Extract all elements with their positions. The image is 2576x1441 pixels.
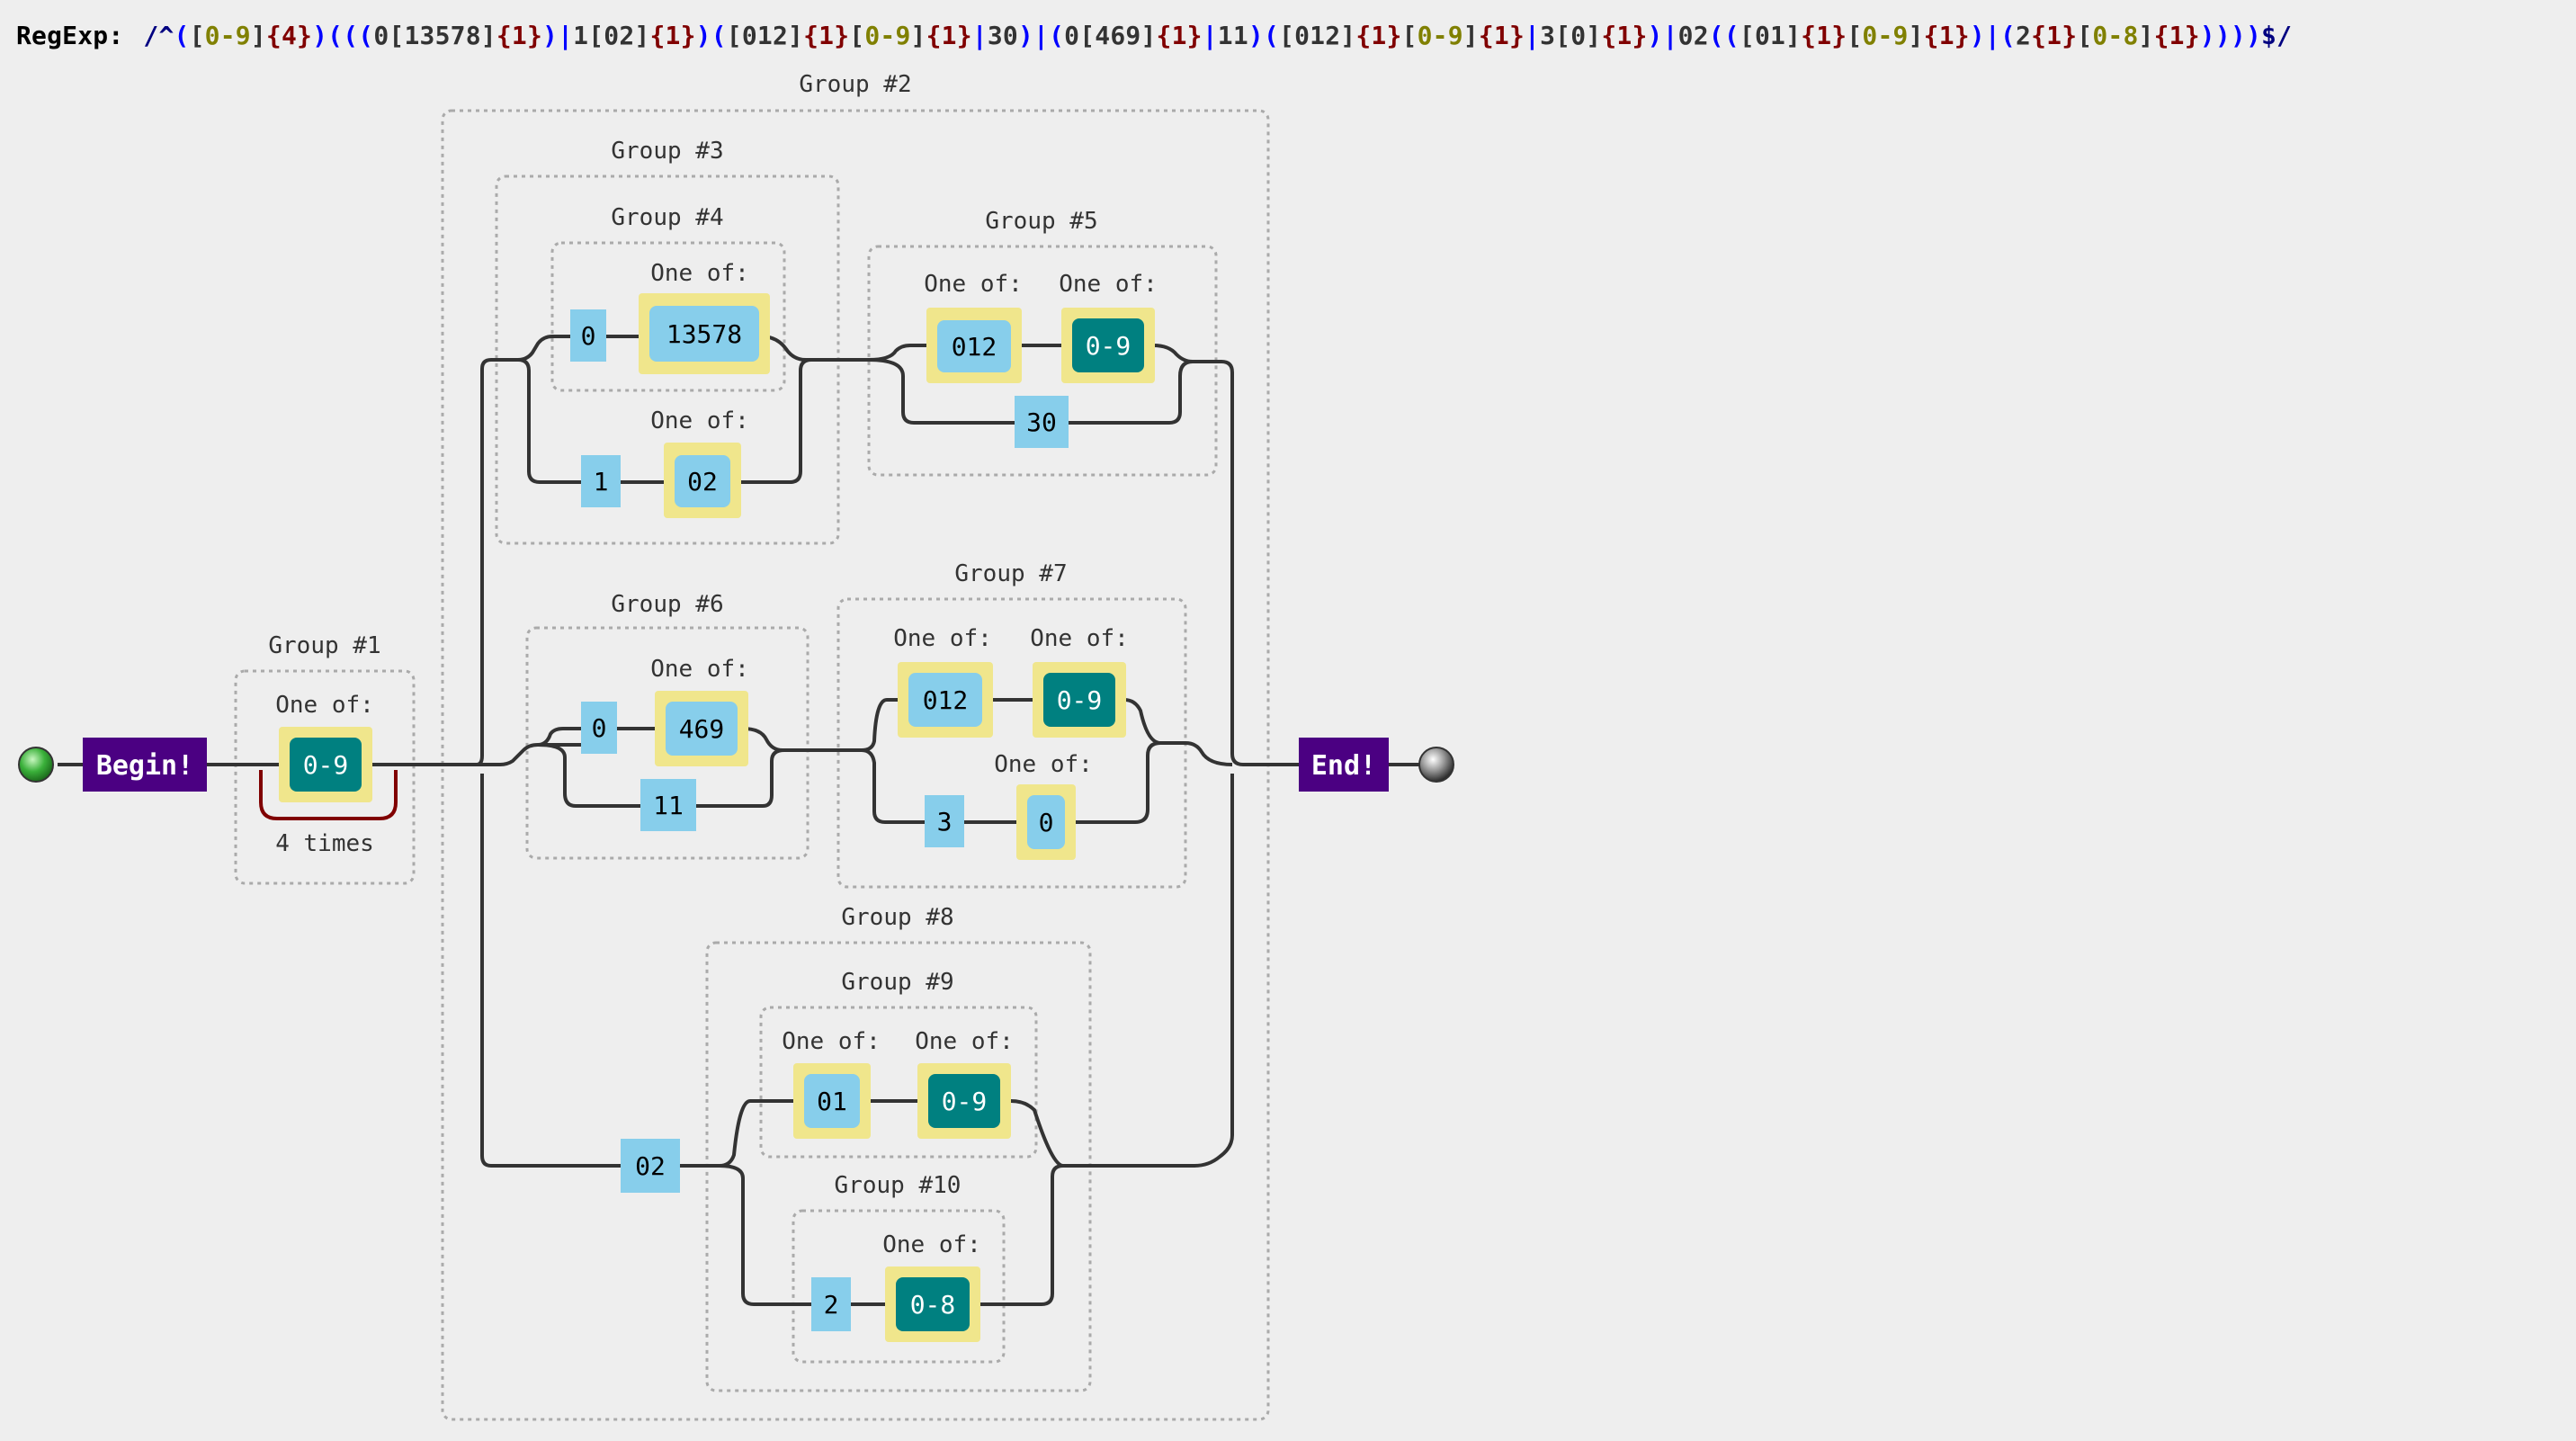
- one-of-label: One of:: [915, 1028, 1014, 1055]
- literal-text: 1: [594, 467, 609, 497]
- group-7-label: Group #7: [954, 560, 1067, 587]
- literal-text: 0: [581, 321, 596, 351]
- one-of-label: One of:: [1059, 271, 1158, 298]
- one-of-label: One of:: [882, 1231, 981, 1258]
- range-text: 0-9: [1057, 685, 1103, 715]
- one-of-label: One of:: [893, 625, 992, 652]
- charset-text: 13578: [666, 319, 742, 349]
- group-8-label: Group #8: [841, 904, 953, 931]
- one-of-label: One of:: [650, 407, 749, 434]
- group-9-label: Group #9: [841, 969, 953, 996]
- literal-text: 02: [635, 1151, 666, 1181]
- group-10-label: Group #10: [835, 1172, 962, 1199]
- group-4-label: Group #4: [611, 204, 723, 231]
- repeat-label: 4 times: [275, 830, 374, 857]
- charset-text: 01: [817, 1087, 847, 1116]
- group-6-label: Group #6: [611, 591, 723, 618]
- end-label: End!: [1311, 750, 1376, 782]
- charset-text: 469: [679, 714, 725, 744]
- literal-text: 11: [653, 791, 684, 820]
- literal-text: 2: [824, 1290, 839, 1320]
- group-7-box: [836, 597, 1187, 889]
- literal-text: 3: [937, 807, 953, 837]
- range-text: 0-9: [1086, 331, 1131, 361]
- charset-text: 012: [923, 685, 969, 715]
- begin-label: Begin!: [96, 750, 193, 782]
- one-of-label: One of:: [650, 656, 749, 683]
- charset-text: 012: [952, 332, 997, 362]
- group-1-label: Group #1: [268, 632, 380, 659]
- one-of-label: One of:: [924, 271, 1023, 298]
- charset-text: 0: [1039, 808, 1054, 837]
- range-text: 0-9: [942, 1087, 988, 1116]
- group-3-label: Group #3: [611, 138, 723, 165]
- literal-text: 30: [1026, 407, 1057, 437]
- railroad-diagram: Group #1 Group #2 Group #3 Group #4 Grou…: [18, 71, 1454, 1421]
- range-text: 0-9: [303, 750, 349, 780]
- range-text: 0-8: [910, 1290, 956, 1320]
- group-2-label: Group #2: [799, 71, 911, 98]
- one-of-label: One of:: [1030, 625, 1129, 652]
- start-circle-icon: [18, 747, 54, 783]
- literal-text: 0: [592, 713, 607, 743]
- charset-text: 02: [687, 467, 718, 497]
- group-5-label: Group #5: [985, 208, 1097, 235]
- one-of-label: One of:: [650, 260, 749, 287]
- one-of-label: One of:: [275, 692, 374, 719]
- one-of-label: One of:: [782, 1028, 881, 1055]
- one-of-label: One of:: [994, 751, 1093, 778]
- end-circle-icon: [1418, 747, 1454, 783]
